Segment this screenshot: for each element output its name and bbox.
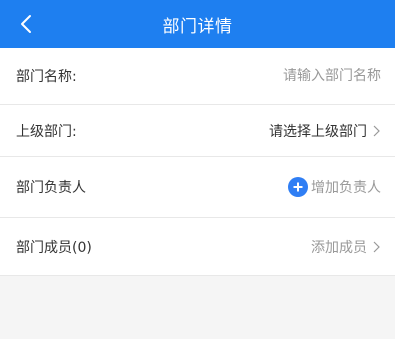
parent-dept-label: 上级部门: — [16, 123, 77, 140]
header-bar: 部门详情 — [0, 0, 395, 48]
dept-head-row: 部门负责人 增加负责人 — [0, 156, 395, 217]
chevron-right-icon — [373, 125, 380, 136]
dept-name-row: 部门名称: — [0, 48, 395, 104]
parent-dept-row[interactable]: 上级部门: 请选择上级部门 — [0, 104, 395, 156]
page-title: 部门详情 — [162, 16, 233, 37]
dept-head-label: 部门负责人 — [16, 180, 86, 196]
parent-dept-value: 请选择上级部门 — [269, 123, 367, 140]
dept-name-input[interactable] — [181, 68, 381, 84]
parent-dept-select[interactable]: 请选择上级部门 — [269, 121, 381, 141]
page-background — [0, 275, 395, 339]
dept-members-row: 部门成员(0) 添加成员 — [0, 217, 395, 275]
chevron-left-icon — [21, 15, 31, 33]
chevron-right-icon — [373, 241, 380, 252]
add-head-button[interactable]: 增加负责人 — [288, 177, 381, 197]
add-members-text: 添加成员 — [311, 239, 367, 256]
form-list: 部门名称: 上级部门: 请选择上级部门 部门负责人 增加负责人 部门成员(0) … — [0, 48, 395, 275]
dept-members-label: 部门成员(0) — [16, 239, 92, 256]
add-head-text: 增加负责人 — [311, 180, 381, 196]
plus-circle-icon — [288, 177, 308, 197]
dept-name-label: 部门名称: — [16, 69, 77, 85]
add-members-button[interactable]: 添加成员 — [311, 237, 381, 257]
back-button[interactable] — [10, 8, 42, 40]
